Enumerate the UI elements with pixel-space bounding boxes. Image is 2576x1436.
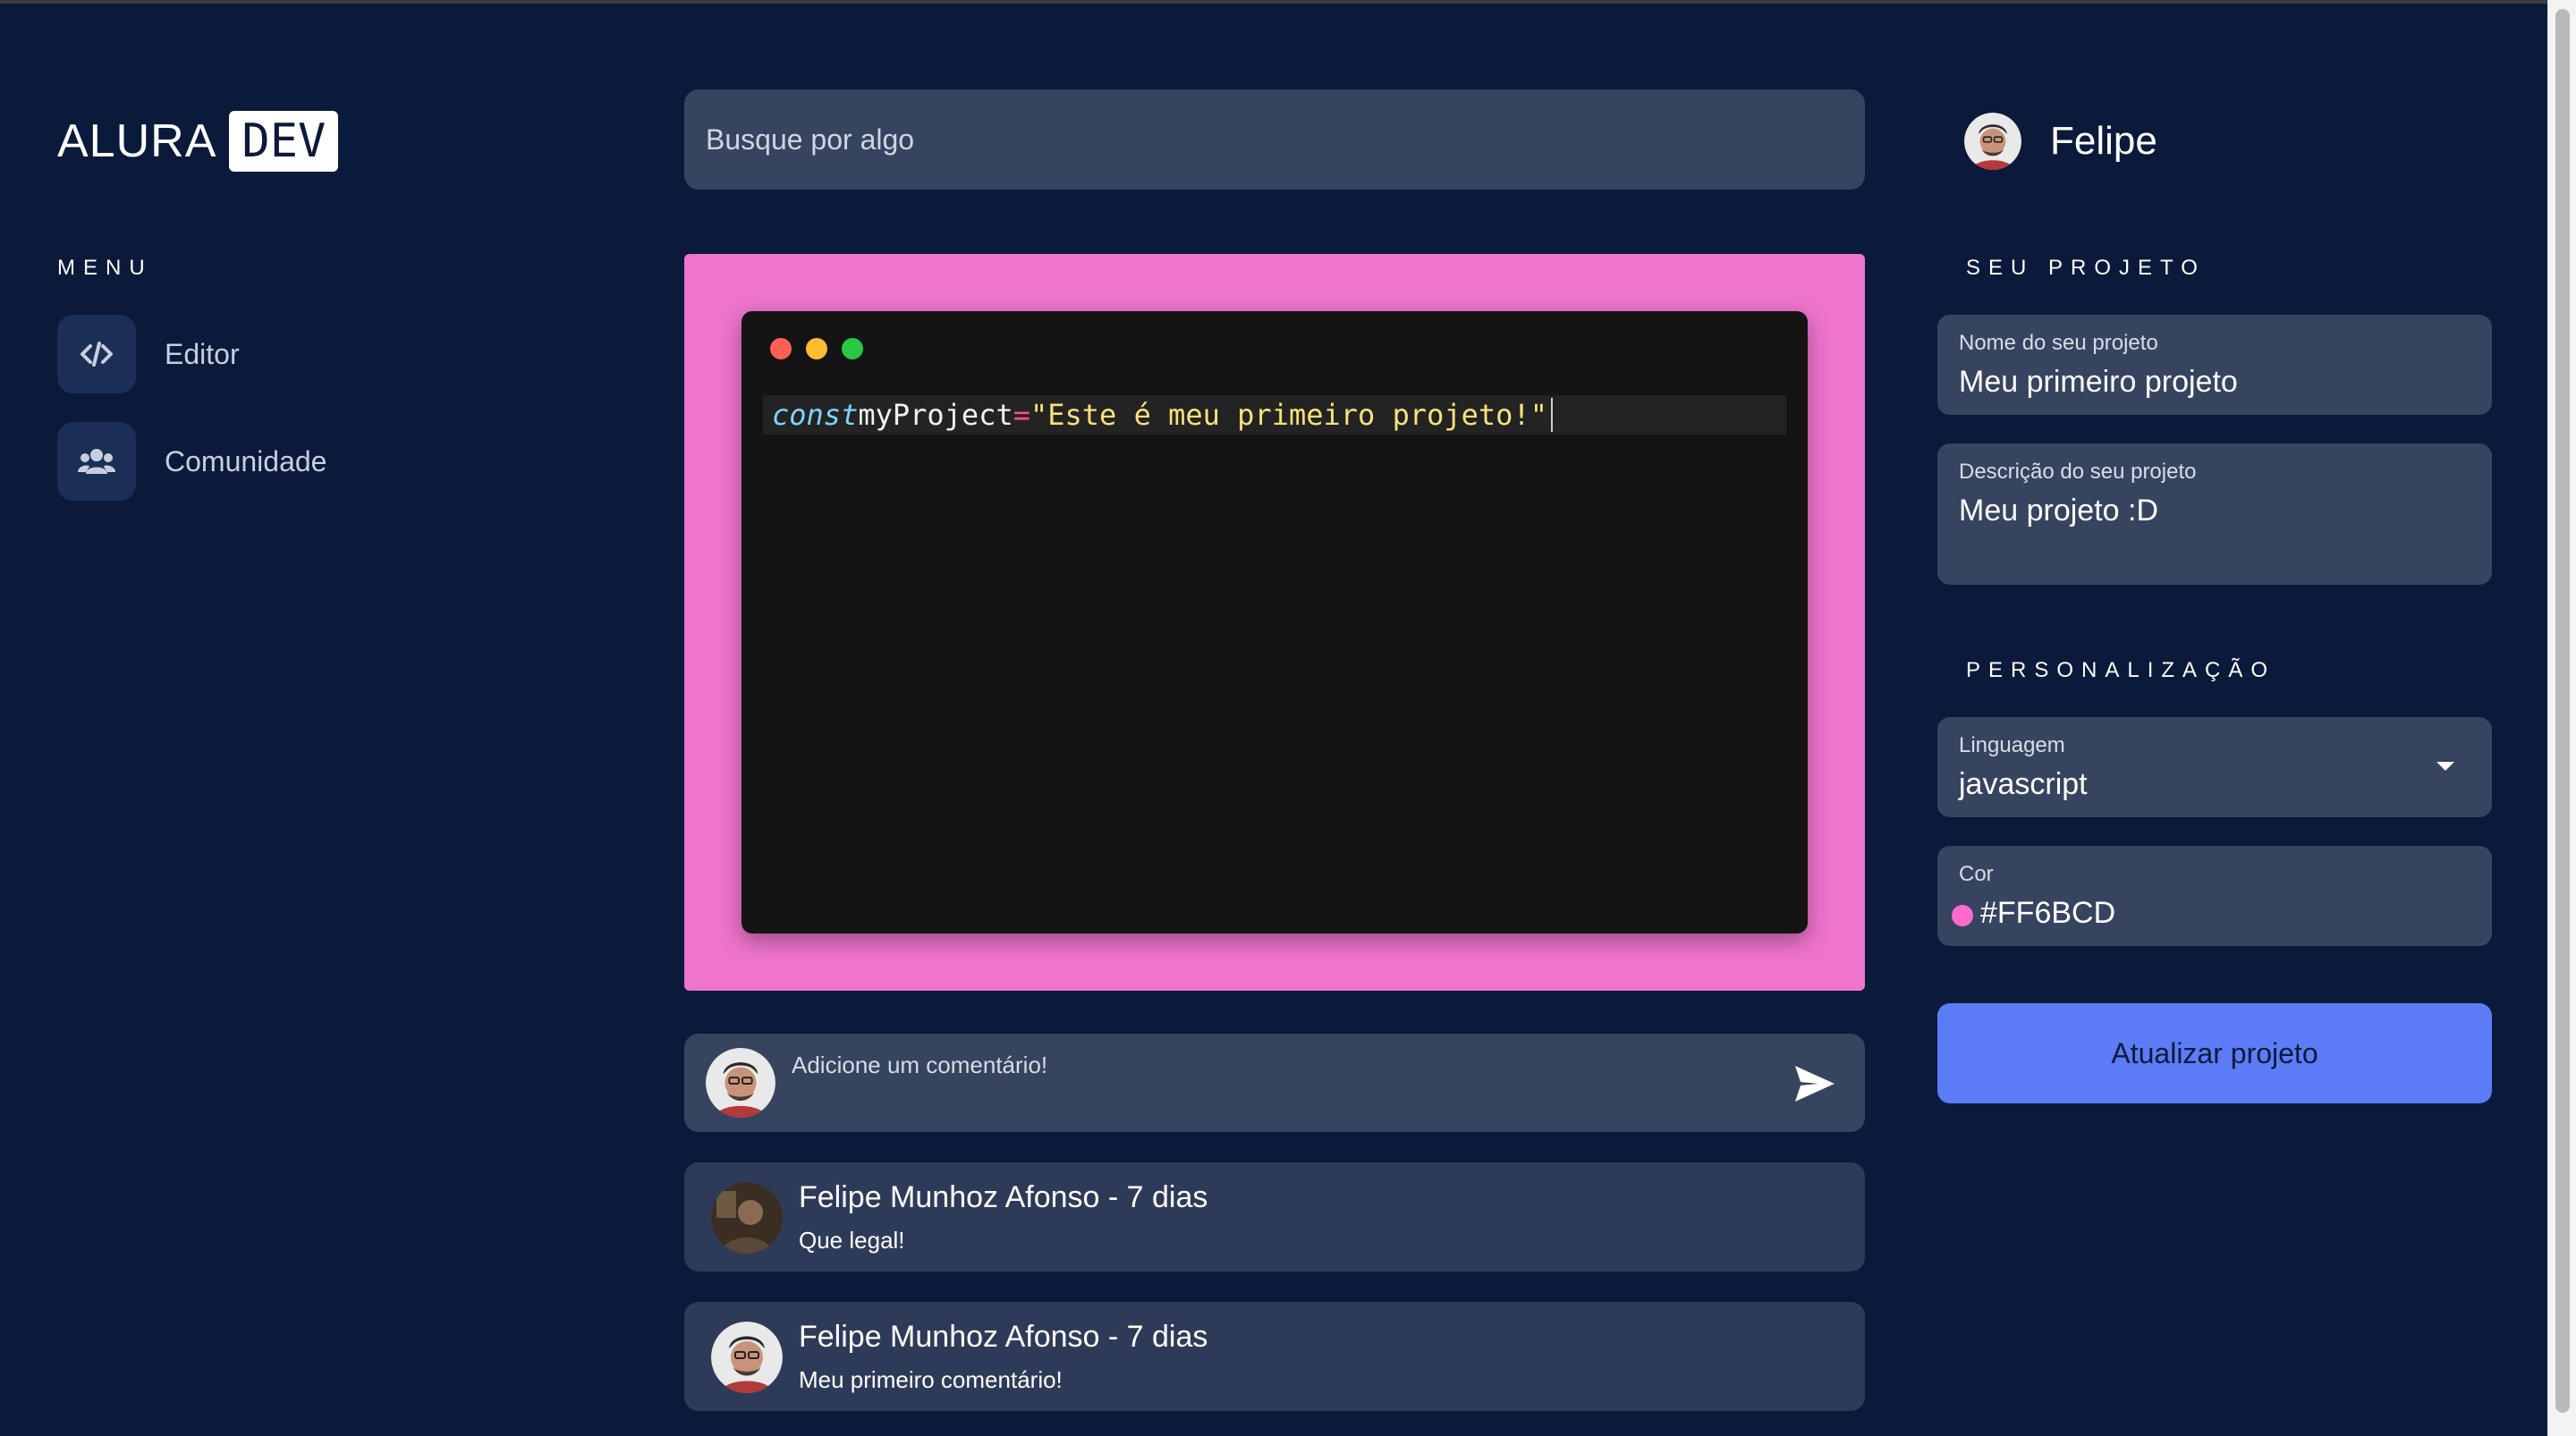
code-line[interactable]: const myProject = "Este é meu primeiro p… [763, 395, 1786, 435]
avatar [711, 1322, 783, 1393]
chevron-down-icon[interactable] [2436, 762, 2454, 771]
project-name-field[interactable]: Nome do seu projeto Meu primeiro projeto [1937, 315, 2492, 415]
browser-top-line [0, 0, 2576, 4]
scrollbar-thumb[interactable] [2555, 9, 2570, 1413]
field-label: Nome do seu projeto [1959, 331, 2158, 355]
update-project-button[interactable]: Atualizar projeto [1937, 1003, 2492, 1103]
language-select[interactable]: Linguagem javascript [1937, 717, 2492, 817]
comment-text: Que legal! [799, 1227, 905, 1254]
minimize-dot-icon [806, 338, 827, 359]
sidebar-item-editor[interactable]: Editor [57, 315, 240, 393]
logo-badge: DEV [229, 111, 339, 172]
search-input[interactable] [684, 89, 1865, 190]
field-label: Linguagem [1959, 733, 2065, 757]
sidebar-item-label: Editor [165, 337, 240, 370]
comment-author: Felipe Munhoz Afonso - 7 dias [799, 1320, 1208, 1354]
maximize-dot-icon [842, 338, 863, 359]
editor-frame: const myProject = "Este é meu primeiro p… [684, 254, 1865, 991]
logo[interactable]: ALURA DEV [57, 111, 339, 172]
comment-placeholder[interactable]: Adicione um comentário! [792, 1052, 1047, 1079]
code-operator: = [1013, 398, 1030, 432]
comment-author: Felipe Munhoz Afonso - 7 dias [799, 1180, 1208, 1214]
field-value[interactable]: Meu primeiro projeto [1959, 365, 2238, 400]
code-icon [57, 315, 136, 393]
field-value[interactable]: Meu projeto :D [1959, 494, 2158, 528]
field-label: Descrição do seu projeto [1959, 460, 2197, 484]
text-caret [1550, 398, 1553, 432]
comment-text: Meu primeiro comentário! [799, 1366, 1063, 1393]
menu-title: MENU [57, 256, 153, 280]
avatar [1964, 113, 2021, 170]
code-string: "Este é meu primeiro projeto!" [1030, 398, 1547, 432]
user-profile[interactable]: Felipe [1964, 113, 2157, 170]
field-value[interactable]: #FF6BCD [1980, 896, 2115, 931]
avatar [711, 1182, 783, 1254]
sidebar-item-comunidade[interactable]: Comunidade [57, 422, 326, 501]
scrollbar[interactable] [2547, 0, 2576, 1436]
users-icon [57, 422, 136, 501]
color-picker-field[interactable]: Cor #FF6BCD [1937, 846, 2492, 946]
code-identifier: myProject [858, 398, 1013, 432]
code-editor[interactable]: const myProject = "Este é meu primeiro p… [741, 311, 1808, 933]
send-icon[interactable] [1793, 1062, 1836, 1105]
close-dot-icon [770, 338, 792, 359]
section-title-personalizacao: PERSONALIZAÇÃO [1966, 658, 2276, 682]
comment-input-box[interactable]: Adicione um comentário! [684, 1034, 1865, 1132]
project-description-field[interactable]: Descrição do seu projeto Meu projeto :D [1937, 443, 2492, 585]
comment-item: Felipe Munhoz Afonso - 7 dias Meu primei… [684, 1302, 1865, 1411]
field-value: javascript [1959, 767, 2088, 801]
section-title-projeto: SEU PROJETO [1966, 256, 2206, 280]
window-controls [770, 338, 863, 359]
sidebar-item-label: Comunidade [165, 444, 327, 477]
avatar [706, 1048, 775, 1118]
color-swatch-icon[interactable] [1952, 905, 1973, 926]
logo-text: ALURA [57, 115, 217, 167]
comment-item: Felipe Munhoz Afonso - 7 dias Que legal! [684, 1162, 1865, 1271]
code-keyword: const [772, 398, 859, 432]
user-name: Felipe [2050, 119, 2157, 163]
field-label: Cor [1959, 862, 1994, 886]
